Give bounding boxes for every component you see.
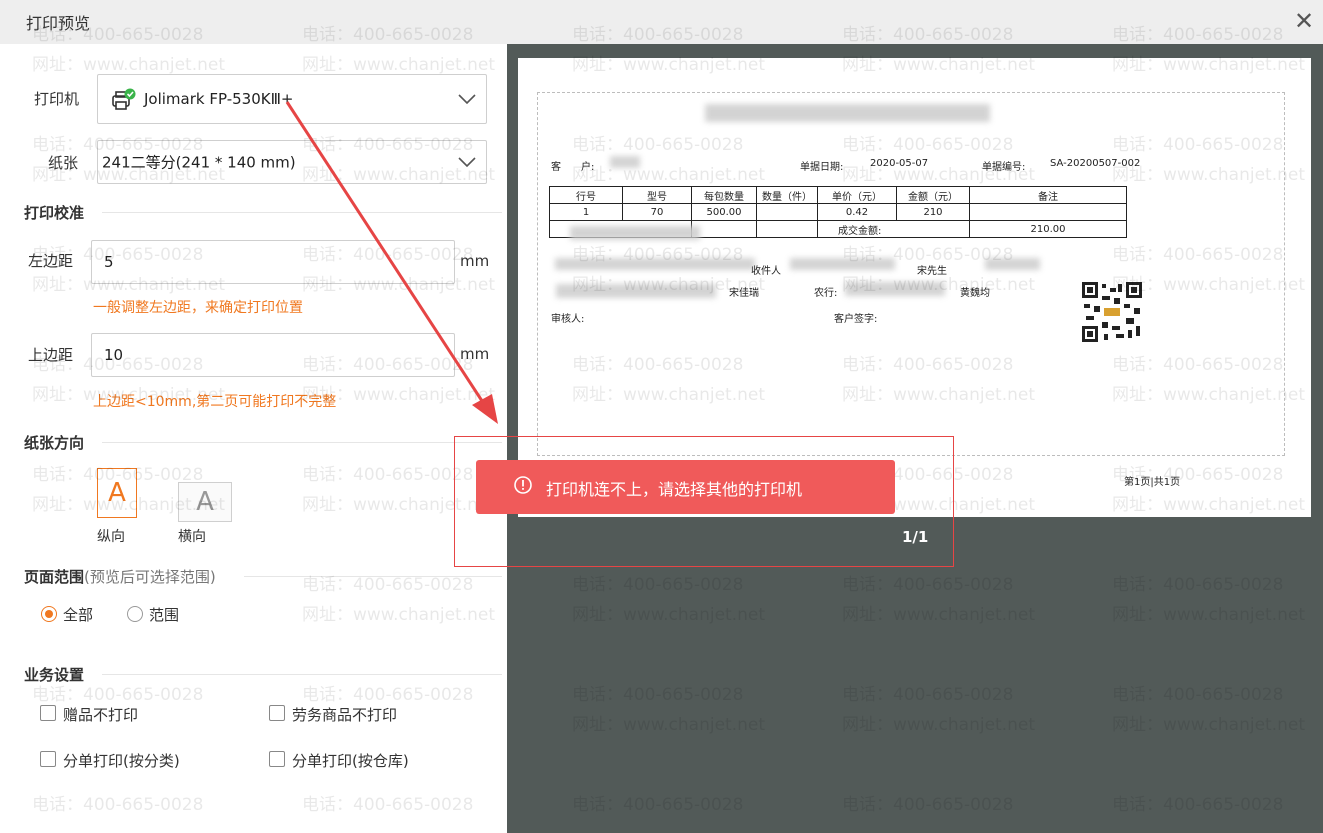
doc-no-value: SA-20200507-002 bbox=[1050, 158, 1141, 169]
customer-label: 客 户: bbox=[551, 162, 595, 173]
checkbox-service-no-print[interactable] bbox=[269, 705, 285, 721]
col-header: 行号 bbox=[549, 186, 623, 204]
checkbox-gift-no-print-label: 赠品不打印 bbox=[63, 706, 139, 724]
paper-label: 纸张 bbox=[48, 154, 79, 172]
table-cell bbox=[756, 203, 818, 221]
chevron-down-icon bbox=[458, 153, 476, 171]
left-margin-hint: 一般调整左边距，来确定打印位置 bbox=[93, 300, 303, 316]
radio-range-label: 范围 bbox=[149, 606, 180, 624]
left-margin-label: 左边距 bbox=[28, 252, 74, 270]
blurred-phone bbox=[790, 258, 895, 270]
date-label: 单据日期: bbox=[800, 162, 844, 173]
surname-text: 宋佳瑞 bbox=[729, 288, 759, 299]
section-divider bbox=[102, 674, 502, 675]
orientation-title: 纸张方向 bbox=[24, 434, 85, 452]
printer-label: 打印机 bbox=[34, 90, 80, 108]
date-value: 2020-05-07 bbox=[870, 158, 929, 169]
checkbox-split-warehouse[interactable] bbox=[269, 751, 285, 767]
table-cell: 0.42 bbox=[817, 203, 897, 221]
blurred-phone-2 bbox=[985, 258, 1040, 270]
section-divider bbox=[244, 576, 502, 577]
close-icon[interactable]: ✕ bbox=[1289, 6, 1319, 36]
bank-label: 农行: bbox=[814, 288, 838, 299]
error-message: 打印机连不上，请选择其他的打印机 bbox=[546, 480, 803, 499]
portrait-option[interactable]: A bbox=[97, 468, 137, 518]
blurred-title bbox=[705, 104, 990, 122]
error-circle-icon bbox=[514, 476, 532, 494]
business-title: 业务设置 bbox=[24, 666, 85, 684]
left-margin-unit: mm bbox=[460, 252, 490, 270]
top-margin-hint: 上边距<10mm,第二页可能打印不完整 bbox=[93, 394, 337, 410]
table-cell bbox=[691, 220, 757, 238]
qr-code-icon bbox=[1082, 282, 1142, 342]
doc-no-label: 单据编号: bbox=[982, 162, 1026, 173]
landscape-label: 横向 bbox=[178, 529, 206, 545]
section-divider bbox=[102, 442, 502, 443]
table-cell bbox=[969, 203, 1127, 221]
printer-value: Jolimark FP-530KⅢ+ bbox=[144, 90, 294, 108]
printer-ok-icon bbox=[110, 88, 136, 112]
title-bar: 打印预览 ✕ bbox=[0, 0, 1323, 44]
landscape-option[interactable]: A bbox=[178, 482, 232, 522]
blurred-address bbox=[555, 258, 755, 270]
table-cell: 1 bbox=[549, 203, 623, 221]
total-value: 210.00 bbox=[969, 220, 1127, 238]
col-header: 备注 bbox=[969, 186, 1127, 204]
printer-select[interactable]: Jolimark FP-530KⅢ+ bbox=[97, 74, 487, 124]
table-cell: 210 bbox=[896, 203, 970, 221]
blurred-account bbox=[556, 284, 716, 298]
radio-all[interactable] bbox=[41, 606, 57, 622]
paper-value: 241二等分(241 * 140 mm) bbox=[102, 153, 296, 172]
checkbox-split-warehouse-label: 分单打印(按仓库) bbox=[292, 752, 409, 770]
section-divider bbox=[102, 212, 502, 213]
top-margin-label: 上边距 bbox=[28, 346, 74, 364]
col-header: 型号 bbox=[622, 186, 692, 204]
receiver-label: 收件人 bbox=[751, 266, 781, 277]
blurred-customer bbox=[610, 156, 640, 168]
radio-all-label: 全部 bbox=[63, 606, 94, 624]
top-margin-input[interactable] bbox=[91, 333, 455, 377]
checkbox-split-category[interactable] bbox=[40, 751, 56, 767]
col-header: 单价（元） bbox=[817, 186, 897, 204]
auditor-label: 审核人: bbox=[551, 314, 585, 325]
total-label: 成交金额: bbox=[817, 220, 970, 238]
paper-select[interactable]: 241二等分(241 * 140 mm) bbox=[97, 140, 487, 184]
blurred-total-note bbox=[570, 226, 700, 240]
blurred-bank-account bbox=[845, 282, 945, 296]
table-cell: 70 bbox=[622, 203, 692, 221]
portrait-label: 纵向 bbox=[97, 529, 125, 545]
checkbox-gift-no-print[interactable] bbox=[40, 705, 56, 721]
page-footer: 第1页|共1页 bbox=[1124, 477, 1181, 488]
table-cell bbox=[756, 220, 818, 238]
checkbox-split-category-label: 分单打印(按分类) bbox=[63, 752, 180, 770]
page-range-subtitle: (预览后可选择范围) bbox=[84, 568, 216, 586]
checkbox-service-no-print-label: 劳务商品不打印 bbox=[292, 706, 398, 724]
radio-range[interactable] bbox=[127, 606, 143, 622]
error-toast: 打印机连不上，请选择其他的打印机 bbox=[476, 460, 895, 514]
col-header: 数量（件） bbox=[756, 186, 818, 204]
calibration-title: 打印校准 bbox=[24, 204, 85, 222]
customer-sign-label: 客户签字: bbox=[834, 314, 878, 325]
window-title: 打印预览 bbox=[26, 14, 91, 33]
chevron-down-icon bbox=[458, 90, 476, 108]
print-area-outline bbox=[537, 92, 1285, 456]
col-header: 每包数量 bbox=[691, 186, 757, 204]
mr-label: 宋先生 bbox=[917, 266, 947, 277]
left-margin-input[interactable] bbox=[91, 240, 455, 284]
table-row: 1 70 500.00 0.42 210 bbox=[549, 203, 1127, 221]
name2-text: 黄魏均 bbox=[960, 288, 990, 299]
page-range-title: 页面范围(预览后可选择范围) bbox=[24, 568, 216, 586]
col-header: 金额（元） bbox=[896, 186, 970, 204]
top-margin-unit: mm bbox=[460, 345, 490, 363]
table-cell: 500.00 bbox=[691, 203, 757, 221]
